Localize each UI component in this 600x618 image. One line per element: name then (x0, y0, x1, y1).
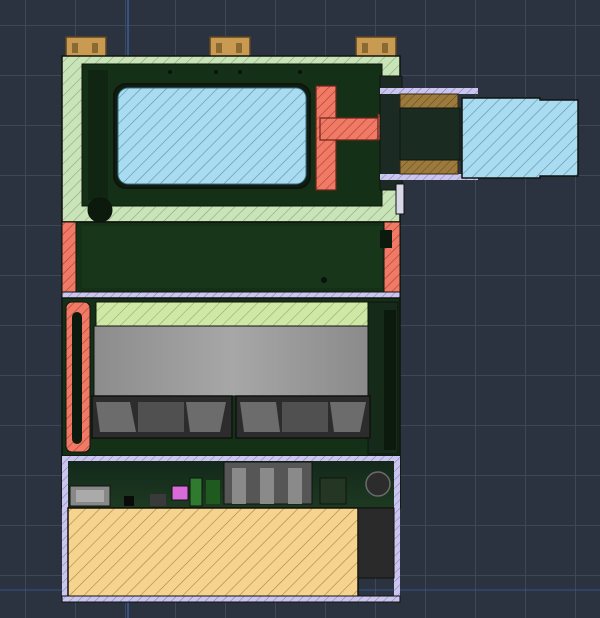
battery-pack (61, 507, 401, 603)
fan-right (235, 395, 371, 439)
hinge-group (65, 36, 397, 58)
fan-left (91, 395, 233, 439)
cad-viewport[interactable] (0, 0, 600, 618)
mid-chamber (61, 221, 401, 299)
section-drawing (0, 0, 600, 618)
lens-barrel (379, 75, 579, 215)
optical-window (113, 83, 311, 189)
